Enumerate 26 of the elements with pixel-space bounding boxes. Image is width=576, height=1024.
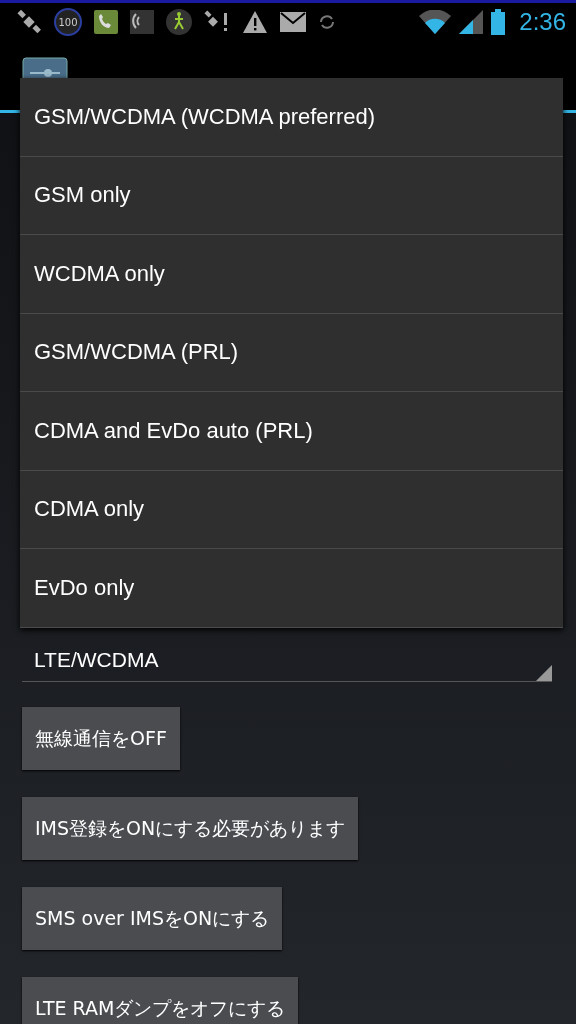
warning-icon <box>242 10 268 34</box>
action-button[interactable]: LTE RAMダンプをオフにする <box>22 977 299 1024</box>
wifi-icon <box>419 10 452 34</box>
menu-option[interactable]: EvDo only <box>20 549 563 628</box>
menu-option[interactable]: GSM/WCDMA (PRL) <box>20 313 563 392</box>
sync-icon <box>318 13 336 31</box>
mail-icon <box>280 12 306 32</box>
wireless-icon <box>130 10 154 34</box>
menu-option[interactable]: GSM/WCDMA (WCDMA preferred) <box>20 78 563 157</box>
signal-icon <box>459 10 484 34</box>
menu-option[interactable]: WCDMA only <box>20 235 563 314</box>
action-button[interactable]: 無線通信をOFF <box>22 707 180 770</box>
walking-figure-icon <box>166 9 192 35</box>
phone-icon <box>94 10 118 34</box>
settings-sliders-icon <box>22 57 68 78</box>
menu-option[interactable]: CDMA and EvDo auto (PRL) <box>20 392 563 471</box>
action-button[interactable]: SMS over IMSをONにする <box>22 887 283 950</box>
battery-icon <box>491 9 506 35</box>
menu-option[interactable]: CDMA only <box>20 470 563 549</box>
network-type-dropdown[interactable]: LTE/WCDMA <box>22 638 552 682</box>
dropdown-arrow-icon <box>536 665 552 681</box>
satellite-icon <box>16 9 42 35</box>
clock: 2:36 <box>519 8 566 36</box>
menu-option[interactable]: GSM only <box>20 156 563 235</box>
action-button[interactable]: IMS登録をONにする必要があります <box>22 797 359 860</box>
battery-level-icon: 100 <box>54 8 82 36</box>
